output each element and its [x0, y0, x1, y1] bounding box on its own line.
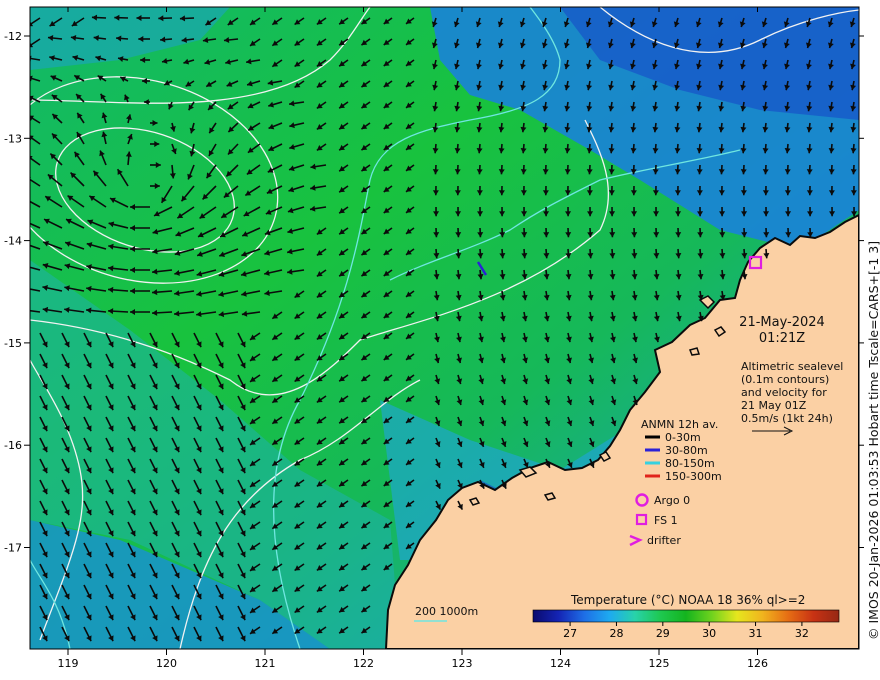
x-tick-label: 123 [452, 657, 473, 670]
map-time-line2: 01:21Z [758, 331, 806, 346]
map-date: 21-May-2024 01:21Z [722, 315, 842, 347]
isobath-scale-label: 200 1000m [415, 605, 479, 618]
anmn-legend-title: ANMN 12h av. [641, 418, 719, 431]
y-tick-label: -16 [4, 439, 22, 452]
x-tick-label: 126 [747, 657, 768, 670]
y-tick-label: -12 [4, 30, 22, 43]
x-tick-label: 121 [255, 657, 276, 670]
y-tick-label: -13 [4, 132, 22, 145]
x-tick-label: 122 [353, 657, 374, 670]
altimetry-note-line: (0.1m contours) [741, 373, 830, 386]
colorbar-tick-label: 27 [563, 627, 577, 640]
altimetry-note-line: 21 May 01Z [741, 399, 807, 412]
y-tick-label: -15 [4, 337, 22, 350]
imos-side-caption: © IMOS 20-Jan-2026 01:03:53 Hobart time … [866, 240, 880, 640]
altimetry-note-line: 0.5m/s (1kt 24h) [741, 412, 833, 425]
anmn-legend-item: 80-150m [665, 457, 715, 470]
anmn-legend-item: 30-80m [665, 444, 708, 457]
x-tick-label: 124 [550, 657, 571, 670]
colorbar-tick-label: 30 [702, 627, 716, 640]
x-tick-label: 120 [156, 657, 177, 670]
anmn-legend-item: 0-30m [665, 431, 701, 444]
anmn-legend: ANMN 12h av. 0-30m 30-80m 80-150m 150-30… [641, 418, 722, 483]
altimetry-note: Altimetric sealevel (0.1m contours) and … [741, 360, 843, 425]
altimetry-note-line: and velocity for [741, 386, 827, 399]
colorbar-tick-label: 28 [609, 627, 623, 640]
y-tick-label: -14 [4, 235, 22, 248]
argo-label: Argo 0 [654, 494, 691, 507]
colorbar-tick-label: 32 [795, 627, 809, 640]
colorbar-tick-label: 31 [749, 627, 763, 640]
x-tick-label: 119 [58, 657, 79, 670]
colorbar-title: Temperature (°C) NOAA 18 36% ql>=2 [571, 593, 806, 607]
altimetry-note-line: Altimetric sealevel [741, 360, 844, 373]
anmn-legend-item: 150-300m [665, 470, 722, 483]
fs-label: FS 1 [654, 514, 678, 527]
colorbar-tick-label: 29 [656, 627, 670, 640]
drifter-label: drifter [647, 534, 681, 547]
map-date-line1: 21-May-2024 [739, 315, 825, 330]
y-tick-label: -17 [4, 542, 22, 555]
x-tick-label: 125 [649, 657, 670, 670]
